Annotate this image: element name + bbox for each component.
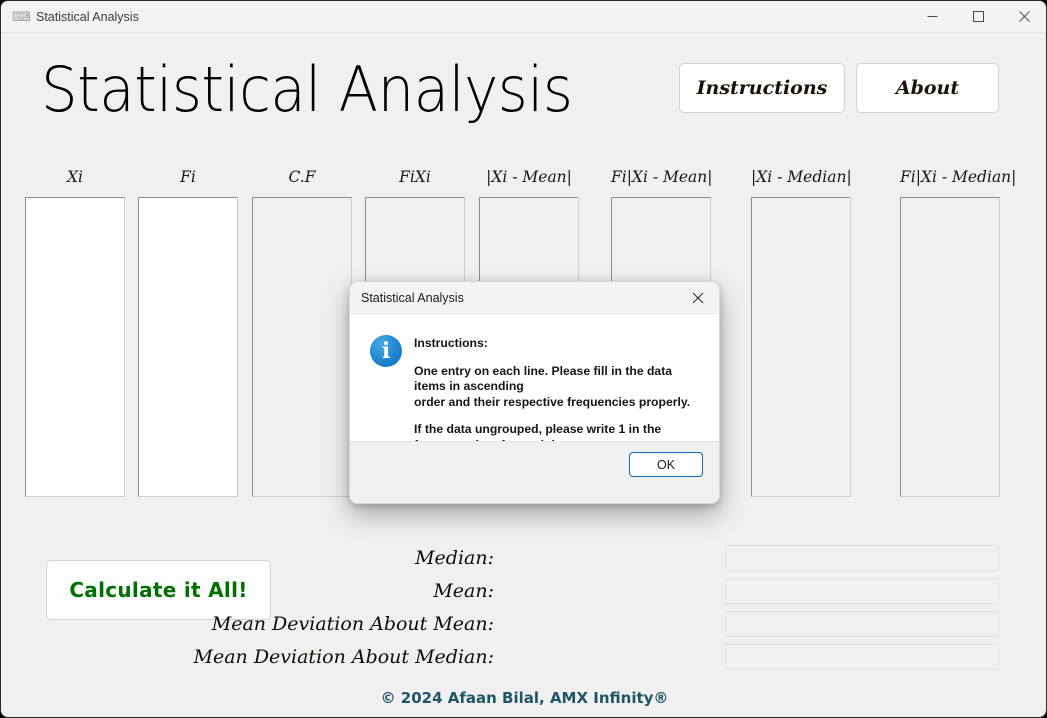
result-field bbox=[725, 611, 999, 637]
dialog-heading: Instructions: bbox=[414, 336, 488, 350]
minimize-button[interactable] bbox=[909, 1, 955, 32]
dialog-close-icon[interactable] bbox=[677, 282, 719, 313]
result-label: Mean Deviation About Mean: bbox=[211, 613, 494, 635]
column-input-7 bbox=[751, 197, 851, 497]
column-input-3 bbox=[252, 197, 352, 497]
column-input-2[interactable] bbox=[138, 197, 238, 497]
dialog-paragraph-1-line-2: order and their respective frequencies p… bbox=[414, 394, 691, 409]
column-header: FiXi bbox=[399, 168, 431, 186]
column-header: |Xi - Mean| bbox=[486, 168, 572, 186]
instructions-button[interactable]: Instructions bbox=[679, 63, 845, 113]
calculator-icon: ⌨ bbox=[12, 9, 31, 24]
column-header: Fi bbox=[180, 168, 196, 186]
info-icon: i bbox=[370, 335, 402, 367]
dialog-ok-button[interactable]: OK bbox=[629, 452, 703, 477]
column-header: Fi|Xi - Mean| bbox=[611, 168, 713, 186]
dialog-titlebar: Statistical Analysis bbox=[350, 282, 719, 314]
application-window: ⌨ Statistical Analysis Statistical Analy… bbox=[0, 0, 1047, 718]
column-input-8 bbox=[900, 197, 1000, 497]
footer-copyright: © 2024 Afaan Bilal, AMX Infinity® bbox=[380, 689, 669, 707]
column-header: C.F bbox=[288, 168, 316, 186]
window-title: Statistical Analysis bbox=[36, 10, 139, 24]
dialog-paragraph-1: One entry on each line. Please fill in t… bbox=[414, 364, 706, 411]
result-label: Mean Deviation About Median: bbox=[193, 646, 494, 668]
close-button[interactable] bbox=[1001, 1, 1046, 32]
result-label: Median: bbox=[415, 547, 494, 569]
page-title: Statistical Analysis bbox=[41, 53, 573, 126]
dialog-title: Statistical Analysis bbox=[361, 291, 464, 305]
result-label: Mean: bbox=[433, 580, 494, 602]
dialog-paragraph-1-line-1: One entry on each line. Please fill in t… bbox=[414, 363, 673, 394]
window-titlebar: ⌨ Statistical Analysis bbox=[1, 1, 1046, 33]
dialog-body: i Instructions: One entry on each line. … bbox=[350, 314, 719, 452]
dialog-footer: OK bbox=[350, 441, 719, 503]
dialog-paragraph-2-line-1: If the data ungrouped, please write 1 in… bbox=[414, 422, 662, 437]
maximize-button[interactable] bbox=[955, 1, 1001, 32]
column-header: Xi bbox=[67, 168, 83, 186]
result-field bbox=[725, 578, 999, 604]
instructions-dialog: Statistical Analysis i Instructions: One… bbox=[349, 281, 720, 504]
column-header: |Xi - Median| bbox=[751, 168, 852, 186]
about-button[interactable]: About bbox=[856, 63, 999, 113]
result-field bbox=[725, 545, 999, 571]
column-header: Fi|Xi - Median| bbox=[900, 168, 1017, 186]
dialog-message: Instructions: One entry on each line. Pl… bbox=[414, 336, 706, 454]
column-input-1[interactable] bbox=[25, 197, 125, 497]
result-field bbox=[725, 644, 999, 670]
